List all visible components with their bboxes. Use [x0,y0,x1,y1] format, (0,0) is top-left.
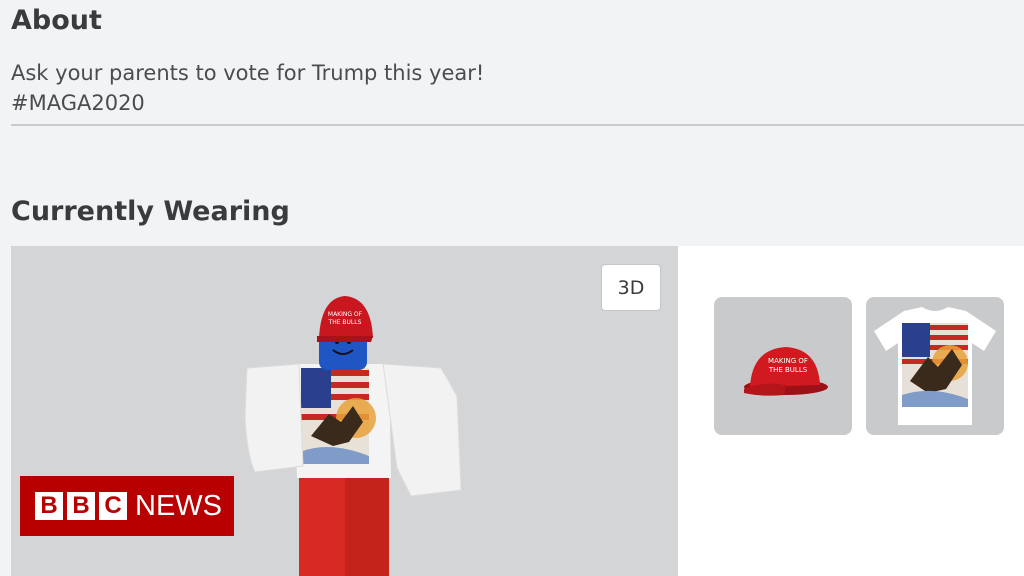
cap-text-2: THE BULLS [768,366,808,374]
currently-wearing-heading: Currently Wearing [11,196,290,227]
item-red-cap[interactable]: MAKING OF THE BULLS [714,297,852,435]
section-divider [11,124,1024,126]
avatar-right-leg [345,474,389,576]
bbc-news-logo: B B C NEWS [20,476,234,536]
shirt-print [301,368,376,464]
bbc-boxes: B B C [35,492,131,520]
cap-text-1: MAKING OF [768,357,808,365]
about-hashtag: #MAGA2020 [11,91,145,115]
bbc-box-b2: B [67,492,95,520]
about-line: Ask your parents to vote for Trump this … [11,61,485,85]
avatar-cap-text-2: THE BULLS [328,319,362,326]
bbc-box-c: C [99,492,127,520]
tshirt-icon [874,307,996,425]
avatar-left-arm [244,363,304,473]
bbc-news-text: NEWS [135,489,222,522]
item-eagle-tshirt[interactable] [866,297,1004,435]
bbc-box-b1: B [35,492,63,520]
about-description: Ask your parents to vote for Trump this … [11,58,484,118]
avatar-right-arm [382,363,462,497]
view-3d-button[interactable]: 3D [601,264,661,311]
red-cap-icon: MAKING OF THE BULLS [744,347,828,396]
avatar-left-leg [299,474,349,576]
about-heading: About [11,5,102,36]
avatar-cap-text-1: MAKING OF [328,311,363,318]
